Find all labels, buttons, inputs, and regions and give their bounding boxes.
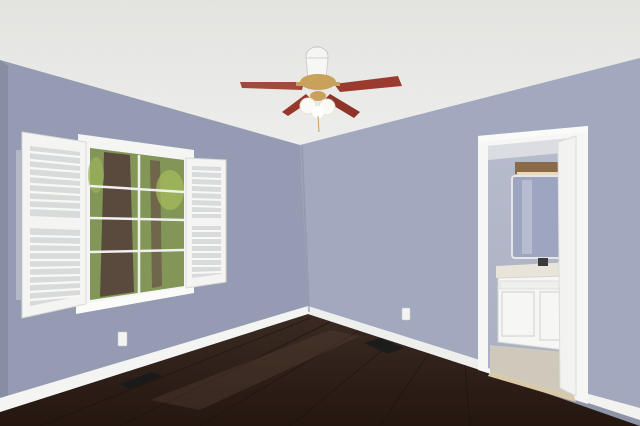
room-photo [0,0,640,426]
plantation-shutter-left [16,131,87,319]
bathroom-doorway [478,126,588,404]
tree-trunk [100,152,134,297]
faucet [538,258,548,266]
bathroom-mirror [511,175,563,259]
bathroom-door [557,135,577,397]
outlet-back [401,307,411,321]
plantation-shutter-right [185,157,227,289]
outlet-left [117,331,128,347]
far-left-edge [0,60,8,405]
room-illustration [0,0,640,426]
